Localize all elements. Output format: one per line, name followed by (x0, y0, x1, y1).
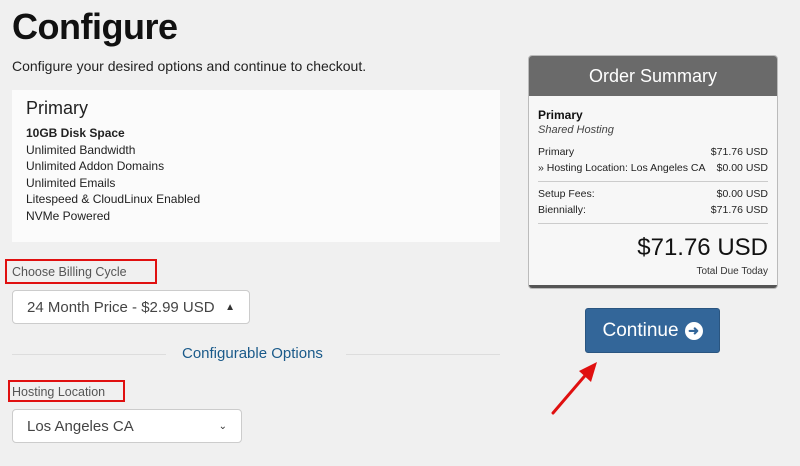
continue-button-label: Continue (602, 319, 679, 341)
product-info-panel: Primary 10GB Disk Space Unlimited Bandwi… (12, 90, 500, 242)
summary-divider (538, 181, 768, 182)
summary-line: Primary $71.76 USD (538, 144, 768, 160)
summary-fee-value: $71.76 USD (710, 204, 768, 216)
divider-right (346, 354, 500, 355)
order-summary-panel: Order Summary Primary Shared Hosting Pri… (528, 55, 778, 289)
annotation-arrow-icon (551, 362, 597, 415)
summary-line: » Hosting Location: Los Angeles CA $0.00… (538, 160, 768, 176)
page-title: Configure (12, 6, 178, 47)
product-feature: Unlimited Emails (26, 175, 116, 190)
highlight-annotation (5, 259, 157, 284)
summary-bottom-bar (529, 285, 777, 288)
product-feature: Unlimited Bandwidth (26, 142, 136, 157)
summary-divider (538, 223, 768, 224)
product-name: Primary (26, 98, 88, 118)
summary-fee-label: Setup Fees: (538, 188, 595, 200)
billing-cycle-value: 24 Month Price - $2.99 USD (27, 298, 215, 316)
product-feature: NVMe Powered (26, 208, 111, 223)
summary-total-label: Total Due Today (696, 266, 768, 277)
page-subtitle: Configure your desired options and conti… (12, 58, 367, 74)
summary-line-value: $71.76 USD (710, 146, 768, 158)
summary-fee-value: $0.00 USD (716, 188, 768, 200)
divider-left (12, 354, 166, 355)
configurable-options-heading: Configurable Options (182, 345, 323, 362)
product-feature: 10GB Disk Space (26, 126, 125, 140)
hosting-location-value: Los Angeles CA (27, 417, 134, 435)
product-feature: Litespeed & CloudLinux Enabled (26, 192, 201, 206)
summary-fee-label: Biennially: (538, 204, 586, 216)
hosting-location-select[interactable]: Los Angeles CA ⌄ (12, 409, 242, 443)
product-feature: Unlimited Addon Domains (26, 159, 165, 173)
arrow-right-circle-icon: ➜ (684, 321, 703, 340)
highlight-annotation (8, 380, 125, 402)
continue-button[interactable]: Continue ➜ (585, 308, 720, 353)
summary-total: $71.76 USD (637, 234, 768, 261)
summary-line-label: » Hosting Location: Los Angeles CA (538, 162, 706, 174)
summary-line-label: Primary (538, 146, 575, 158)
sort-arrows-icon: ▲ (225, 301, 235, 313)
summary-fee-line: Setup Fees: $0.00 USD (538, 186, 768, 202)
chevron-down-icon: ⌄ (218, 420, 227, 432)
summary-line-value: $0.00 USD (716, 162, 768, 174)
order-summary-title: Order Summary (529, 56, 777, 96)
summary-product-group: Shared Hosting (538, 124, 614, 136)
summary-product-name: Primary (538, 108, 583, 122)
billing-cycle-select[interactable]: 24 Month Price - $2.99 USD ▲ (12, 290, 250, 324)
summary-fee-line: Biennially: $71.76 USD (538, 202, 768, 218)
